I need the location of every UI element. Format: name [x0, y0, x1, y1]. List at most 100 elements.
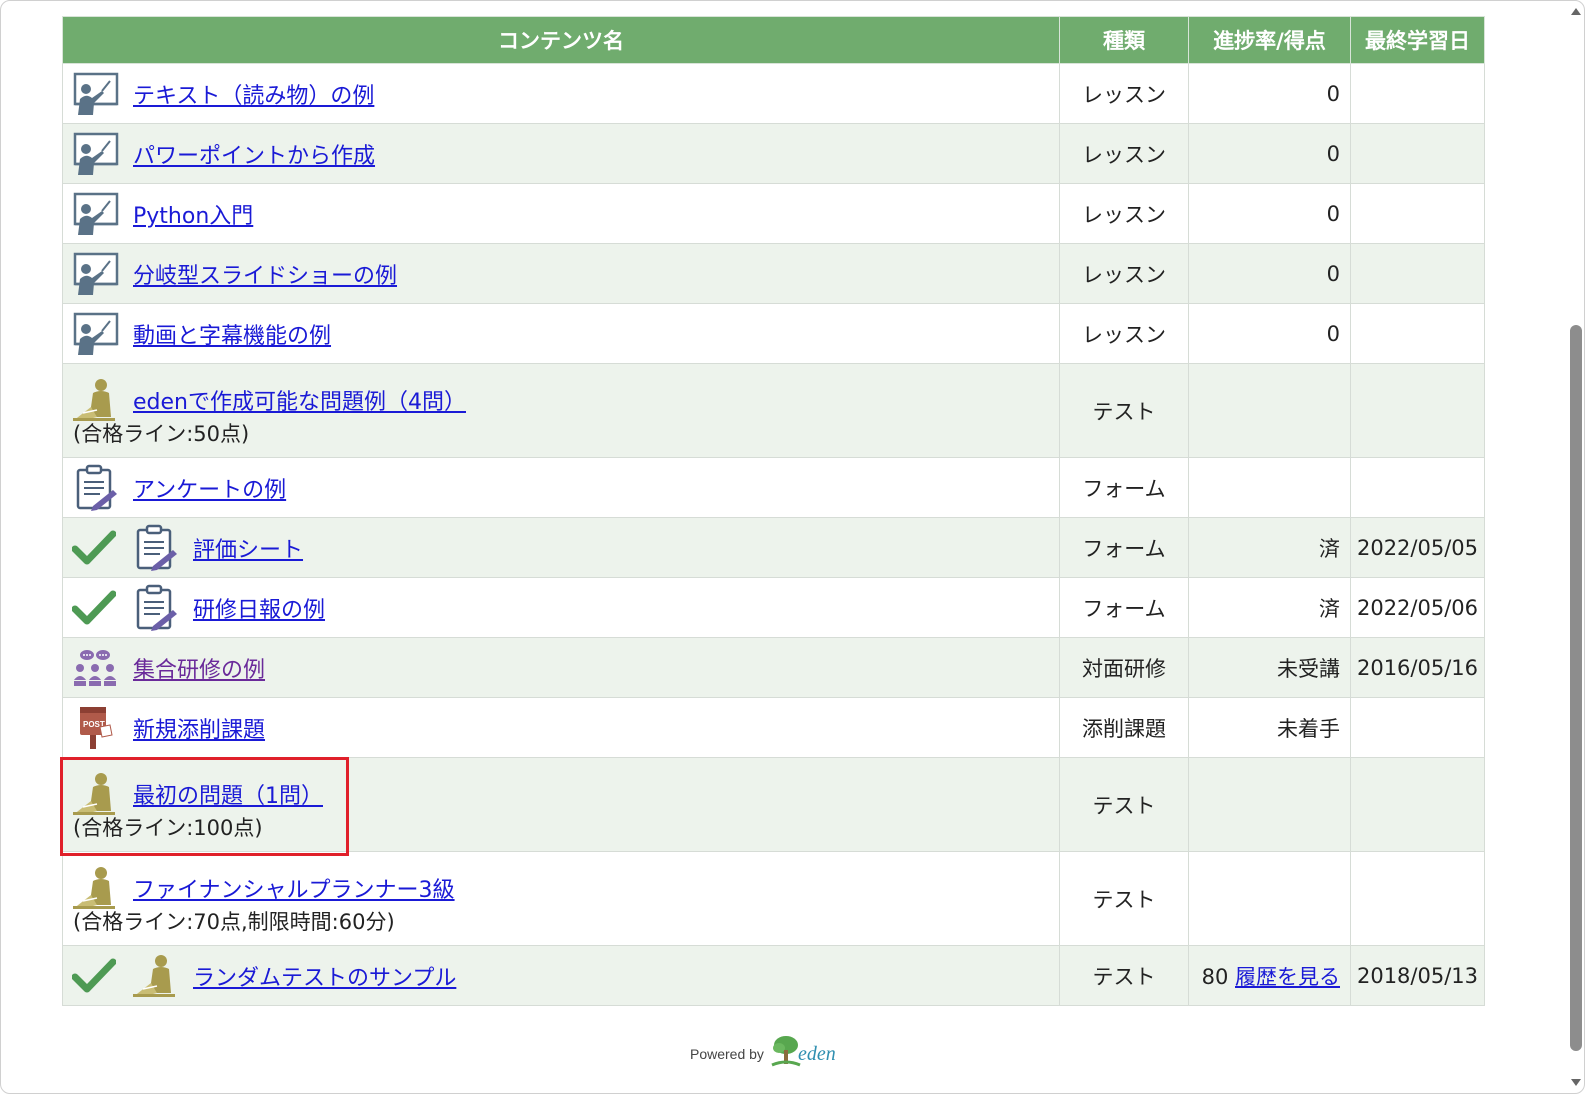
scroll-up-icon[interactable] — [1571, 8, 1581, 15]
lesson-icon[interactable] — [71, 69, 121, 119]
content-link[interactable]: 集合研修の例 — [133, 652, 265, 684]
content-type: テスト — [1059, 363, 1189, 458]
progress-cell: 済 — [1188, 577, 1351, 638]
header-last-date[interactable]: 最終学習日 — [1350, 16, 1485, 64]
table-header-row: コンテンツ名 種類 進捗率/得点 最終学習日 — [62, 16, 1485, 64]
progress-cell — [1188, 851, 1351, 946]
content-name-cell: 評価シート — [62, 517, 1060, 578]
table-row: 評価シート フォーム 済 2022/05/05 — [62, 517, 1485, 578]
progress-cell: 0 — [1188, 243, 1351, 304]
header-progress[interactable]: 進捗率/得点 — [1188, 16, 1351, 64]
last-study-date: 2016/05/16 — [1350, 637, 1485, 698]
table-row: アンケートの例 フォーム — [62, 457, 1485, 518]
last-study-date — [1350, 363, 1485, 458]
content-name-cell: アンケートの例 — [62, 457, 1060, 518]
group-training-icon[interactable] — [71, 643, 121, 693]
progress-value: 0 — [1326, 141, 1340, 166]
last-study-date: 2018/05/13 — [1350, 945, 1485, 1006]
form-icon[interactable] — [71, 463, 121, 513]
progress-value: 未着手 — [1277, 716, 1340, 741]
progress-value: 未受講 — [1277, 656, 1340, 681]
content-type: テスト — [1059, 851, 1189, 946]
content-link[interactable]: 最初の問題（1問） — [133, 778, 323, 810]
table-row: 分岐型スライドショーの例 レッスン 0 — [62, 243, 1485, 304]
content-type: 添削課題 — [1059, 697, 1189, 758]
progress-cell: 0 — [1188, 303, 1351, 364]
progress-value: 済 — [1319, 536, 1340, 561]
progress-cell: 0 — [1188, 183, 1351, 244]
content-name-cell: ランダムテストのサンプル — [62, 945, 1060, 1006]
lesson-icon[interactable] — [71, 309, 121, 359]
progress-value: 0 — [1326, 201, 1340, 226]
lesson-icon[interactable] — [71, 249, 121, 299]
content-type: テスト — [1059, 757, 1189, 852]
table-row: ランダムテストのサンプル テスト 80 履歴を見る 2018/05/13 — [62, 945, 1485, 1006]
last-study-date — [1350, 303, 1485, 364]
post-icon[interactable]: POST — [71, 703, 121, 753]
content-name-cell: 研修日報の例 — [62, 577, 1060, 638]
scroll-down-icon[interactable] — [1571, 1079, 1581, 1086]
progress-cell: 80 履歴を見る — [1188, 945, 1351, 1006]
content-link[interactable]: 動画と字幕機能の例 — [133, 318, 331, 350]
contents-table: コンテンツ名 種類 進捗率/得点 最終学習日 テキスト（読み物）の例 レッスン 0 パ… — [62, 16, 1485, 1006]
progress-cell: 未受講 — [1188, 637, 1351, 698]
content-type: レッスン — [1059, 243, 1189, 304]
last-study-date — [1350, 243, 1485, 304]
progress-value: 0 — [1326, 81, 1340, 106]
vertical-scrollbar[interactable] — [1567, 2, 1585, 1092]
scroll-thumb[interactable] — [1570, 325, 1582, 1051]
last-study-date — [1350, 63, 1485, 124]
content-link[interactable]: 評価シート — [193, 532, 303, 564]
lesson-icon[interactable] — [71, 189, 121, 239]
content-type: テスト — [1059, 945, 1189, 1006]
table-row: 研修日報の例 フォーム 済 2022/05/06 — [62, 577, 1485, 638]
content-type: 対面研修 — [1059, 637, 1189, 698]
form-icon[interactable] — [131, 583, 181, 633]
content-name-cell: 動画と字幕機能の例 — [62, 303, 1060, 364]
header-type[interactable]: 種類 — [1059, 16, 1189, 64]
history-link[interactable]: 履歴を見る — [1235, 965, 1340, 989]
pass-condition: (合格ライン:50点) — [73, 421, 250, 446]
form-icon[interactable] — [131, 523, 181, 573]
test-icon[interactable] — [131, 951, 181, 1001]
content-type: フォーム — [1059, 577, 1189, 638]
content-link[interactable]: アンケートの例 — [133, 472, 286, 504]
content-name-cell: 集合研修の例 — [62, 637, 1060, 698]
progress-value: 0 — [1326, 321, 1340, 346]
content-link[interactable]: パワーポイントから作成 — [133, 138, 375, 170]
table-row: POST 新規添削課題 添削課題 未着手 — [62, 697, 1485, 758]
content-link[interactable]: ファイナンシャルプランナー3級 — [133, 872, 455, 904]
progress-value: 0 — [1326, 261, 1340, 286]
lesson-icon[interactable] — [71, 129, 121, 179]
table-row: パワーポイントから作成 レッスン 0 — [62, 123, 1485, 184]
content-type: レッスン — [1059, 63, 1189, 124]
score: 80 — [1201, 964, 1229, 989]
content-type: レッスン — [1059, 123, 1189, 184]
table-row: 集合研修の例 対面研修 未受講 2016/05/16 — [62, 637, 1485, 698]
last-study-date — [1350, 851, 1485, 946]
content-link[interactable]: 新規添削課題 — [133, 712, 265, 744]
powered-by-text: Powered by — [690, 1046, 764, 1062]
content-link[interactable]: テキスト（読み物）の例 — [133, 78, 374, 110]
eden-brand[interactable]: eden — [798, 1043, 836, 1066]
pass-condition: (合格ライン:100点) — [73, 815, 263, 840]
content-name-cell: edenで作成可能な問題例（4問） (合格ライン:50点) — [62, 363, 1060, 458]
content-name-cell: ファイナンシャルプランナー3級 (合格ライン:70点,制限時間:60分) — [62, 851, 1060, 946]
table-row: Python入門 レッスン 0 — [62, 183, 1485, 244]
content-link[interactable]: 研修日報の例 — [193, 592, 325, 624]
table-row: edenで作成可能な問題例（4問） (合格ライン:50点) テスト — [62, 363, 1485, 458]
progress-cell — [1188, 457, 1351, 518]
footer: Powered by eden — [690, 1034, 836, 1074]
last-study-date — [1350, 757, 1485, 852]
last-study-date — [1350, 123, 1485, 184]
progress-cell: 済 — [1188, 517, 1351, 578]
content-link[interactable]: edenで作成可能な問題例（4問） — [133, 384, 466, 416]
completed-check-icon — [71, 583, 117, 633]
content-link[interactable]: Python入門 — [133, 198, 253, 230]
content-link[interactable]: ランダムテストのサンプル — [193, 960, 456, 992]
progress-value: 済 — [1319, 596, 1340, 621]
completed-check-icon — [71, 951, 117, 1001]
header-content-name[interactable]: コンテンツ名 — [62, 16, 1060, 64]
content-link[interactable]: 分岐型スライドショーの例 — [133, 258, 397, 290]
content-name-cell: POST 新規添削課題 — [62, 697, 1060, 758]
